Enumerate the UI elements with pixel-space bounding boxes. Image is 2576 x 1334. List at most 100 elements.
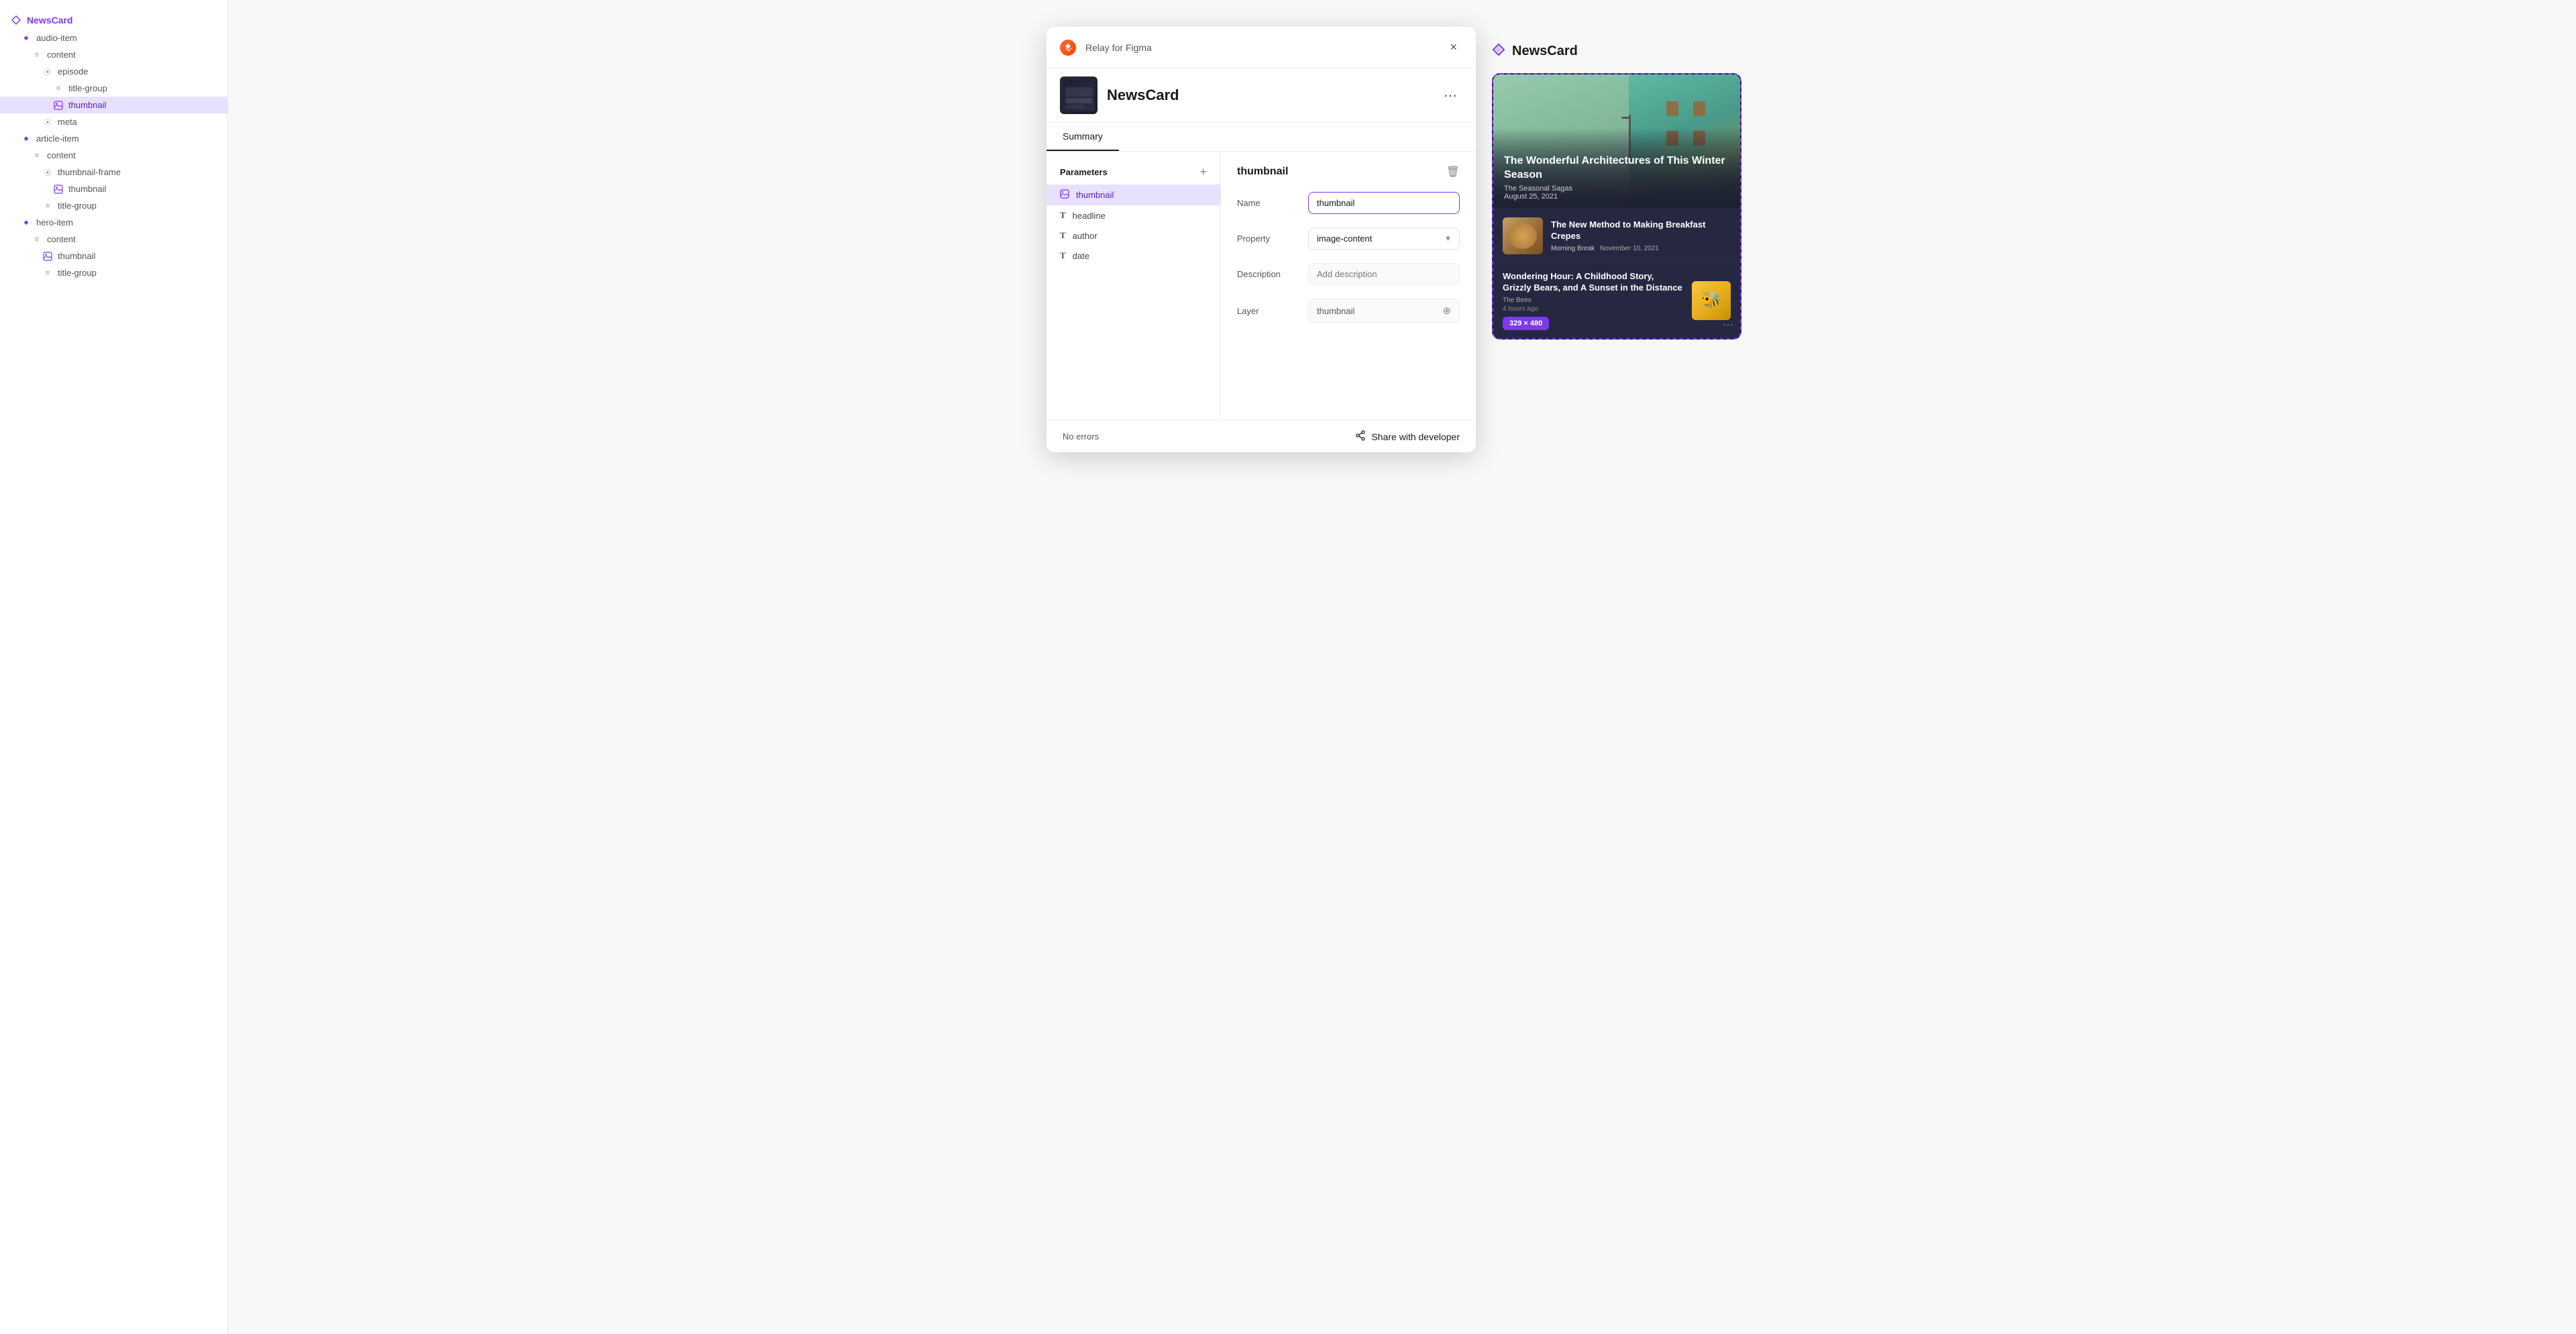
sidebar-item-article-item[interactable]: ◆ article-item (0, 130, 227, 147)
param-item-date[interactable]: T date (1046, 246, 1220, 266)
diamond-icon (11, 15, 21, 25)
sidebar-item-content-1[interactable]: ≡ content (0, 46, 227, 63)
list-icon-6: ≡ (43, 268, 52, 278)
dialog-app-name: Relay for Figma (1085, 42, 1152, 53)
third-card-bees: Wondering Hour: A Childhood Story, Grizz… (1493, 262, 1740, 338)
right-panel-title: thumbnail (1237, 166, 1288, 178)
sidebar-item-thumbnail-2[interactable]: thumbnail (0, 181, 227, 197)
article-source-crepes: Morning Break (1551, 245, 1595, 252)
description-field-input[interactable] (1308, 263, 1460, 285)
dialog-header: Relay for Figma × (1046, 27, 1476, 68)
share-icon (1355, 430, 1366, 443)
hero-author: The Seasonal Sagas (1504, 185, 1729, 193)
article-thumbnail-crepes (1503, 217, 1543, 254)
dialog-relay: Relay for Figma × (1046, 27, 1476, 452)
diamond-small-icon: ◆ (21, 34, 31, 43)
third-card-content: Wondering Hour: A Childhood Story, Grizz… (1503, 271, 1684, 330)
sidebar-item-meta[interactable]: ⦿ meta (0, 113, 227, 130)
article-date-crepes: November 10, 2021 (1600, 245, 1659, 252)
layer-field-label: Layer (1237, 306, 1297, 316)
list-icon-4: ≡ (43, 201, 52, 211)
article-card-crepes: The New Method to Making Breakfast Crepe… (1493, 209, 1740, 262)
list-icon-2: ≡ (54, 84, 63, 93)
add-parameter-button[interactable]: + (1199, 165, 1207, 179)
sidebar-root-label: NewsCard (27, 15, 72, 25)
sidebar-item-title-group-1[interactable]: ≡ title-group (0, 80, 227, 97)
description-field-label: Description (1237, 269, 1297, 279)
parameters-label: Parameters (1060, 167, 1108, 177)
dialog-left-panel: Parameters + thumbnail T headline (1046, 152, 1221, 420)
param-item-headline[interactable]: T headline (1046, 205, 1220, 225)
image-icon-1 (54, 101, 63, 110)
preview-card-container: The Wonderful Architectures of This Wint… (1492, 73, 1741, 340)
bars-icon-3: ⦿ (43, 168, 52, 177)
bee-emoji: 🐝 (1701, 291, 1721, 310)
sidebar-item-content-3[interactable]: ≡ content (0, 231, 227, 248)
param-text-icon-date: T (1060, 250, 1066, 261)
dialog-header-left: Relay for Figma (1060, 40, 1152, 56)
delete-parameter-button[interactable]: 🗑 (1446, 165, 1460, 178)
dialog-footer: No errors Share with developer (1046, 420, 1476, 452)
property-select[interactable]: image-content fill stroke (1308, 227, 1460, 250)
sidebar-item-thumbnail-frame[interactable]: ⦿ thumbnail-frame (0, 164, 227, 181)
target-icon[interactable]: ⊕ (1442, 305, 1451, 317)
list-icon-3: ≡ (32, 151, 42, 160)
footer-status-text: No errors (1063, 431, 1099, 442)
card-more-button[interactable]: ⋯ (1723, 318, 1733, 331)
param-text-icon-author: T (1060, 230, 1066, 241)
preview-title: NewsCard (1512, 44, 1578, 59)
sidebar-root-newscard[interactable]: NewsCard (0, 11, 227, 30)
name-field-input[interactable] (1308, 192, 1460, 214)
third-card-time: 4 hours ago (1503, 305, 1684, 313)
component-name: NewsCard (1107, 87, 1179, 104)
param-text-icon-headline: T (1060, 210, 1066, 221)
component-more-button[interactable]: ⋯ (1438, 85, 1462, 107)
third-card-source: The Bees (1503, 297, 1684, 304)
param-image-icon (1060, 189, 1069, 201)
sidebar-item-title-group-3[interactable]: ≡ title-group (0, 264, 227, 281)
dialog-header-right: × (1444, 38, 1462, 57)
right-panel-header: thumbnail 🗑 (1237, 165, 1460, 178)
image-icon-2 (54, 185, 63, 194)
hero-headline: The Wonderful Architectures of This Wint… (1504, 154, 1729, 183)
dialog-body: Parameters + thumbnail T headline (1046, 152, 1476, 420)
component-thumbnail (1060, 76, 1097, 114)
property-select-wrap: image-content fill stroke ▼ (1308, 227, 1460, 250)
layer-field-value: thumbnail ⊕ (1308, 299, 1460, 323)
param-item-author[interactable]: T author (1046, 225, 1220, 246)
param-headline-label: headline (1073, 211, 1106, 221)
relay-app-icon (1060, 40, 1076, 56)
hero-date: August 25, 2021 (1504, 193, 1729, 201)
third-card-title: Wondering Hour: A Childhood Story, Grizz… (1503, 271, 1684, 294)
sidebar-item-audio-item[interactable]: ◆ audio-item (0, 30, 227, 46)
share-with-developer-button[interactable]: Share with developer (1355, 430, 1460, 443)
tab-summary[interactable]: Summary (1046, 123, 1119, 151)
component-more-right: ⋯ (1438, 85, 1462, 107)
sidebar-item-thumbnail-1[interactable]: thumbnail (0, 97, 227, 113)
sidebar-item-content-2[interactable]: ≡ content (0, 147, 227, 164)
list-icon-5: ≡ (32, 235, 42, 244)
component-info-row: NewsCard ⋯ (1046, 68, 1476, 123)
param-thumbnail-label: thumbnail (1076, 190, 1114, 200)
share-button-label: Share with developer (1371, 431, 1460, 442)
bars-icon-1: ⦿ (43, 67, 52, 76)
property-field-label: Property (1237, 234, 1297, 244)
sidebar-item-title-group-2[interactable]: ≡ title-group (0, 197, 227, 214)
diamond-small-icon-3: ◆ (21, 218, 31, 227)
property-field-row: Property image-content fill stroke ▼ (1237, 227, 1460, 250)
dialog-close-button[interactable]: × (1444, 38, 1462, 57)
sidebar-item-thumbnail-3[interactable]: thumbnail (0, 248, 227, 264)
sidebar-item-hero-item[interactable]: ◆ hero-item (0, 214, 227, 231)
sidebar-item-episode[interactable]: ⦿ episode (0, 63, 227, 80)
preview-newscard-icon (1492, 43, 1505, 60)
param-item-thumbnail[interactable]: thumbnail (1046, 185, 1220, 205)
dialog-tabs: Summary (1046, 123, 1476, 152)
bars-icon-2: ⦿ (43, 117, 52, 127)
image-icon-3 (43, 252, 52, 261)
param-author-label: author (1073, 231, 1097, 241)
article-content-crepes: The New Method to Making Breakfast Crepe… (1551, 219, 1731, 252)
parameters-section-header: Parameters + (1046, 162, 1220, 185)
hero-card: The Wonderful Architectures of This Wint… (1493, 74, 1740, 209)
diamond-small-icon-2: ◆ (21, 134, 31, 144)
name-field-label: Name (1237, 198, 1297, 208)
